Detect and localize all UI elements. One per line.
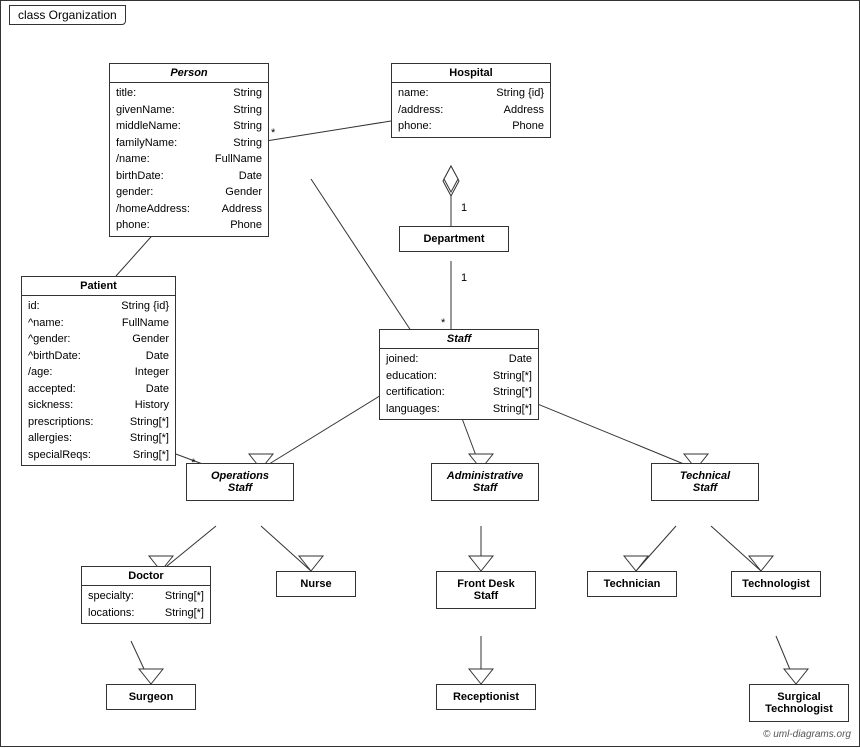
technical-staff-class: TechnicalStaff bbox=[651, 463, 759, 501]
person-header: Person bbox=[110, 64, 268, 83]
diagram-title: class Organization bbox=[9, 5, 126, 25]
department-label: Department bbox=[423, 233, 484, 245]
technologist-class: Technologist bbox=[731, 571, 821, 597]
person-body: title:String givenName:String middleName… bbox=[110, 83, 268, 236]
technician-label: Technician bbox=[604, 578, 661, 590]
surgical-tech-label: SurgicalTechnologist bbox=[765, 691, 833, 715]
receptionist-label: Receptionist bbox=[453, 691, 519, 703]
technologist-label: Technologist bbox=[742, 578, 810, 590]
svg-text:*: * bbox=[271, 127, 276, 139]
surgeon-class: Surgeon bbox=[106, 684, 196, 710]
administrative-staff-class: AdministrativeStaff bbox=[431, 463, 539, 501]
patient-body: id:String {id} ^name:FullName ^gender:Ge… bbox=[22, 296, 175, 465]
staff-body: joined:Date education:String[*] certific… bbox=[380, 349, 538, 419]
front-desk-label: Front DeskStaff bbox=[457, 578, 514, 602]
hospital-body: name:String {id} /address:Address phone:… bbox=[392, 83, 550, 137]
surgical-technologist-class: SurgicalTechnologist bbox=[749, 684, 849, 722]
diagram-container: class Organization * 1 * 1 * * * bbox=[0, 0, 860, 747]
copyright: © uml-diagrams.org bbox=[763, 729, 851, 740]
doctor-body: specialty:String[*] locations:String[*] bbox=[82, 586, 210, 623]
patient-header: Patient bbox=[22, 277, 175, 296]
technical-staff-label: TechnicalStaff bbox=[680, 470, 730, 494]
operations-staff-class: OperationsStaff bbox=[186, 463, 294, 501]
nurse-label: Nurse bbox=[300, 578, 331, 590]
staff-header: Staff bbox=[380, 330, 538, 349]
svg-text:1: 1 bbox=[461, 202, 467, 214]
person-class: Person title:String givenName:String mid… bbox=[109, 63, 269, 237]
svg-text:1: 1 bbox=[461, 272, 467, 284]
surgeon-label: Surgeon bbox=[129, 691, 174, 703]
technician-class: Technician bbox=[587, 571, 677, 597]
receptionist-class: Receptionist bbox=[436, 684, 536, 710]
nurse-class: Nurse bbox=[276, 571, 356, 597]
department-class: Department bbox=[399, 226, 509, 252]
hospital-class: Hospital name:String {id} /address:Addre… bbox=[391, 63, 551, 138]
doctor-class: Doctor specialty:String[*] locations:Str… bbox=[81, 566, 211, 624]
doctor-header: Doctor bbox=[82, 567, 210, 586]
admin-staff-label: AdministrativeStaff bbox=[447, 470, 523, 494]
staff-class: Staff joined:Date education:String[*] ce… bbox=[379, 329, 539, 420]
patient-class: Patient id:String {id} ^name:FullName ^g… bbox=[21, 276, 176, 466]
svg-text:*: * bbox=[441, 317, 446, 329]
hospital-header: Hospital bbox=[392, 64, 550, 83]
operations-staff-label: OperationsStaff bbox=[211, 470, 269, 494]
front-desk-staff-class: Front DeskStaff bbox=[436, 571, 536, 609]
